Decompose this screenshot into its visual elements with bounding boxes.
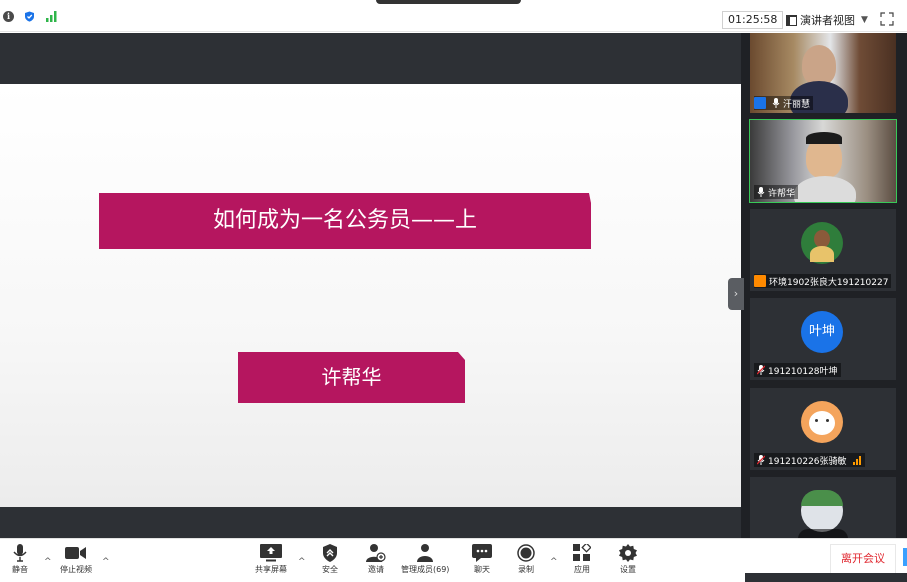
view-mode-dropdown[interactable]: 演讲者视图 ▼ <box>786 11 868 29</box>
stop-video-label: 停止视频 <box>60 565 92 574</box>
video-camera-icon <box>65 547 86 559</box>
muted-microphone-icon <box>757 455 765 465</box>
presentation-slide: 如何成为一名公务员——上 许帮华 <box>0 84 741 507</box>
participants-icon <box>417 544 434 562</box>
participant-name: 191210226张骑敏 <box>768 456 847 467</box>
manage-members-button[interactable]: 管理成员(69) <box>401 543 449 577</box>
microphone-icon <box>772 98 780 108</box>
invite-button[interactable]: 邀请 <box>364 543 388 577</box>
participant-name: 汗丽慧 <box>783 99 811 110</box>
audio-options-caret[interactable]: ^ <box>44 557 52 567</box>
record-options-caret[interactable]: ^ <box>550 557 558 567</box>
meeting-window: i 01:25:58 演讲者视图 ▼ 如何成为一名公务员——上 许帮华 汗丽慧 … <box>0 0 907 582</box>
slide-title: 如何成为一名公务员——上 <box>99 193 591 249</box>
participant-name-tag: 191210226张骑敏 <box>754 453 865 467</box>
participant-tile[interactable]: 叶坤 191210128叶坤 <box>750 298 896 380</box>
share-screen-button[interactable]: 共享屏幕 <box>255 543 287 577</box>
scroll-down-button[interactable]: ⌄ <box>798 529 848 538</box>
user-icon <box>754 275 766 287</box>
video-options-caret[interactable]: ^ <box>102 557 110 567</box>
record-button[interactable]: 录制 <box>514 543 538 577</box>
apps-icon <box>573 544 591 561</box>
settings-button[interactable]: 设置 <box>616 543 640 577</box>
avatar <box>801 222 843 264</box>
participant-name: 许帮华 <box>768 188 796 199</box>
edge-indicator <box>903 548 907 566</box>
network-signal-icon[interactable] <box>46 11 58 22</box>
panel-footer <box>745 573 907 582</box>
security-label: 安全 <box>322 565 338 574</box>
settings-label: 设置 <box>620 565 636 574</box>
share-options-caret[interactable]: ^ <box>298 557 306 567</box>
shared-screen-area: 如何成为一名公务员——上 许帮华 <box>0 33 741 538</box>
participant-name-tag: 环境1902张良大191210227 <box>754 274 892 288</box>
participant-hair <box>806 132 842 144</box>
connection-signal-icon <box>852 455 862 465</box>
invite-label: 邀请 <box>368 565 384 574</box>
speaker-view-icon <box>786 14 797 26</box>
participant-name-tag: 191210128叶坤 <box>754 363 841 377</box>
participant-name: 环境1902张良大191210227 <box>769 277 889 288</box>
user-icon <box>754 97 766 109</box>
shield-icon[interactable] <box>24 11 35 22</box>
manage-members-label: 管理成员(69) <box>401 565 450 574</box>
mute-button[interactable]: 静音 <box>8 543 32 577</box>
gear-icon <box>619 544 637 562</box>
shield-icon <box>323 544 337 562</box>
participant-name-tag: 汗丽慧 <box>754 96 814 110</box>
avatar <box>801 401 843 443</box>
avatar <box>801 490 843 532</box>
participant-tile[interactable]: 汗丽慧 <box>750 33 896 113</box>
apps-button[interactable]: 应用 <box>570 543 594 577</box>
chat-label: 聊天 <box>474 565 490 574</box>
avatar: 叶坤 <box>801 311 843 353</box>
collapse-panel-button[interactable]: › <box>728 278 744 310</box>
leave-meeting-button[interactable]: 离开会议 <box>830 544 896 574</box>
participant-name: 191210128叶坤 <box>768 366 838 377</box>
participant-tile[interactable]: 191210226张骑敏 <box>750 388 896 470</box>
share-screen-label: 共享屏幕 <box>255 565 287 574</box>
add-user-icon <box>366 544 386 562</box>
participant-tile[interactable]: ⌄ <box>750 477 896 538</box>
muted-microphone-icon <box>757 365 765 375</box>
meeting-timer: 01:25:58 <box>722 11 784 29</box>
participant-tile[interactable]: 许帮华 <box>749 119 897 203</box>
slide-presenter-name: 许帮华 <box>238 352 465 403</box>
participant-tile[interactable]: 环境1902张良大191210227 <box>750 209 896 291</box>
info-icon[interactable]: i <box>3 11 14 22</box>
share-screen-icon <box>260 544 282 562</box>
mute-label: 静音 <box>12 565 28 574</box>
microphone-icon <box>13 544 27 562</box>
microphone-icon <box>757 187 765 197</box>
participant-name-tag: 许帮华 <box>754 185 799 199</box>
stop-video-button[interactable]: 停止视频 <box>60 543 92 577</box>
top-bar: i 01:25:58 演讲者视图 ▼ <box>0 0 907 32</box>
record-icon <box>517 544 535 562</box>
fullscreen-icon[interactable] <box>880 12 894 26</box>
participant-face <box>802 45 836 85</box>
view-mode-label: 演讲者视图 <box>800 14 855 27</box>
security-button[interactable]: 安全 <box>318 543 342 577</box>
participant-panel: 汗丽慧 许帮华 环境1902张良大191210227 叶坤 191210128叶… <box>741 33 907 538</box>
top-drag-handle[interactable] <box>376 0 521 4</box>
chat-icon <box>472 544 492 562</box>
record-label: 录制 <box>518 565 534 574</box>
chevron-down-icon: ▼ <box>861 15 868 25</box>
chat-button[interactable]: 聊天 <box>470 543 494 577</box>
apps-label: 应用 <box>574 565 590 574</box>
